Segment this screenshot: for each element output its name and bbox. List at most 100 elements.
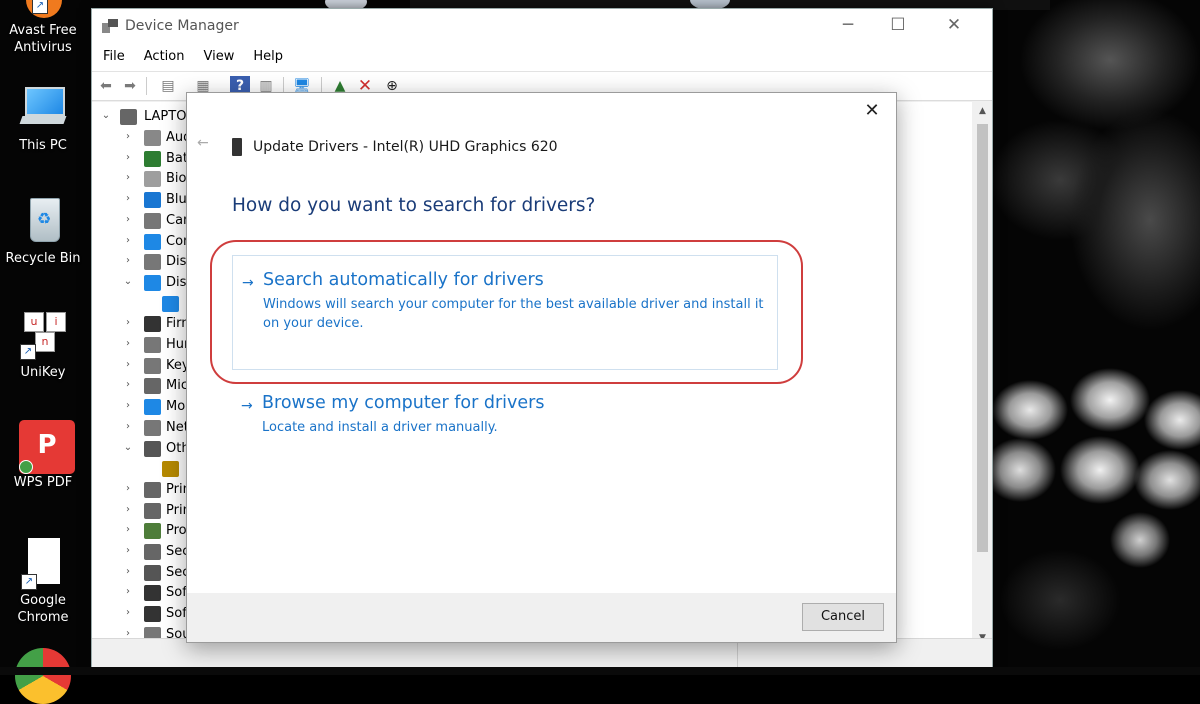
title-bar[interactable]: Device Manager ─ ☐ ✕ bbox=[92, 9, 992, 45]
option-description: Windows will search your computer for th… bbox=[263, 297, 764, 331]
chevron-right-icon[interactable]: › bbox=[122, 359, 134, 370]
scroll-up-icon[interactable]: ▲ bbox=[974, 106, 991, 116]
avast-icon: ↗ bbox=[18, 0, 68, 38]
minimize-button[interactable]: ─ bbox=[824, 9, 872, 41]
desktop-icon-label: WPS PDF bbox=[13, 475, 73, 490]
chevron-right-icon[interactable]: › bbox=[122, 545, 134, 556]
option-title: Browse my computer for drivers bbox=[262, 393, 545, 413]
chevron-down-icon[interactable]: ⌄ bbox=[100, 110, 112, 121]
menu-bar: File Action View Help bbox=[92, 45, 992, 71]
update-drivers-dialog: ✕ ← Update Drivers - Intel(R) UHD Graphi… bbox=[186, 92, 897, 643]
chevron-right-icon[interactable]: › bbox=[122, 152, 134, 163]
device-category-icon bbox=[144, 523, 161, 540]
chevron-right-icon[interactable]: › bbox=[122, 338, 134, 349]
dialog-title: Update Drivers - Intel(R) UHD Graphics 6… bbox=[253, 139, 558, 155]
back-icon[interactable]: ⬅ bbox=[96, 76, 116, 96]
device-category-icon bbox=[144, 502, 161, 519]
show-hide-console-tree-icon[interactable]: ▤ bbox=[158, 76, 178, 96]
desktop-icon-label: This PC bbox=[19, 138, 67, 153]
arrow-right-icon: → bbox=[242, 275, 254, 291]
chevron-right-icon[interactable]: › bbox=[122, 235, 134, 246]
menu-view[interactable]: View bbox=[192, 45, 242, 64]
desktop-icon-label: Google Chrome bbox=[17, 593, 69, 625]
desktop-icon-this-pc[interactable]: This PC bbox=[0, 83, 86, 154]
chevron-right-icon[interactable]: › bbox=[122, 317, 134, 328]
browse-computer-option[interactable]: → Browse my computer for drivers Locate … bbox=[232, 393, 776, 443]
search-automatically-option[interactable]: → Search automatically for drivers Windo… bbox=[232, 255, 778, 370]
cancel-button[interactable]: Cancel bbox=[802, 603, 884, 631]
toolbar-separator bbox=[146, 77, 147, 95]
device-category-icon bbox=[144, 233, 161, 250]
device-category-icon bbox=[144, 130, 161, 146]
scrollbar-thumb[interactable] bbox=[977, 124, 988, 552]
shortcut-arrow-icon: ↗ bbox=[20, 344, 36, 360]
dialog-close-button[interactable]: ✕ bbox=[860, 99, 884, 123]
chevron-right-icon[interactable]: › bbox=[122, 131, 134, 142]
maximize-button[interactable]: ☐ bbox=[874, 9, 922, 41]
menu-action[interactable]: Action bbox=[133, 45, 193, 64]
chevron-down-icon[interactable]: ⌄ bbox=[122, 442, 134, 453]
device-category-icon bbox=[144, 606, 161, 623]
chevron-right-icon[interactable]: › bbox=[122, 172, 134, 183]
desktop-icon-wps-pdf[interactable]: P WPS PDF bbox=[0, 420, 86, 491]
chevron-right-icon[interactable]: › bbox=[122, 586, 134, 597]
chevron-right-icon[interactable]: › bbox=[122, 504, 134, 515]
shortcut-arrow-icon: ↗ bbox=[32, 0, 48, 14]
display-adapter-icon bbox=[232, 138, 242, 156]
close-button[interactable]: ✕ bbox=[930, 9, 978, 41]
option-title: Search automatically for drivers bbox=[263, 270, 544, 290]
chevron-down-icon[interactable]: ⌄ bbox=[122, 276, 134, 287]
computer-icon bbox=[120, 109, 137, 125]
device-category-icon bbox=[144, 357, 161, 374]
desktop-icon-label: Recycle Bin bbox=[5, 251, 81, 266]
chevron-right-icon[interactable]: › bbox=[122, 524, 134, 535]
option-description: Locate and install a driver manually. bbox=[262, 420, 498, 435]
vertical-scrollbar[interactable]: ▲ ▼ bbox=[974, 102, 991, 647]
chrome-icon[interactable] bbox=[15, 648, 71, 704]
chevron-right-icon[interactable]: › bbox=[122, 255, 134, 266]
chevron-right-icon[interactable]: › bbox=[122, 566, 134, 577]
arrow-right-icon: → bbox=[241, 398, 253, 414]
chevron-right-icon[interactable]: › bbox=[122, 607, 134, 618]
device-category-icon bbox=[144, 378, 161, 395]
menu-help[interactable]: Help bbox=[242, 45, 291, 64]
desktop-icon-label: UniKey bbox=[20, 365, 66, 380]
desktop-icon-avast[interactable]: ↗ Avast Free Antivirus bbox=[0, 0, 86, 56]
wps-pdf-icon: P bbox=[18, 420, 75, 474]
dialog-footer: Cancel bbox=[187, 593, 896, 642]
device-category-icon bbox=[144, 440, 161, 457]
device-category-icon bbox=[144, 274, 161, 291]
device-category-icon bbox=[144, 481, 161, 498]
menu-file[interactable]: File bbox=[92, 45, 133, 64]
device-category-icon bbox=[144, 171, 161, 188]
tree-item-label: Mo bbox=[166, 399, 186, 415]
device-category-icon bbox=[144, 150, 161, 167]
file-icon: ↗ bbox=[18, 538, 68, 590]
desktop-icon-unikey[interactable]: u i n ↗ UniKey bbox=[0, 310, 86, 381]
recycle-bin-icon: ♻ bbox=[18, 196, 68, 246]
forward-icon[interactable]: ➡ bbox=[120, 76, 140, 96]
chevron-right-icon[interactable]: › bbox=[122, 421, 134, 432]
chevron-right-icon[interactable]: › bbox=[122, 483, 134, 494]
device-category-icon bbox=[144, 337, 161, 353]
device-category-icon bbox=[144, 585, 161, 602]
device-category-icon bbox=[144, 399, 161, 416]
chevron-right-icon[interactable]: › bbox=[122, 214, 134, 225]
taskbar-edge bbox=[0, 667, 1200, 675]
chevron-right-icon[interactable]: › bbox=[122, 400, 134, 411]
desktop-icon-google-chrome[interactable]: ↗ Google Chrome bbox=[0, 538, 86, 626]
window-title: Device Manager bbox=[125, 18, 239, 34]
computer-icon bbox=[18, 83, 68, 133]
device-category-icon bbox=[162, 295, 179, 312]
device-category-icon bbox=[144, 192, 161, 209]
chevron-right-icon[interactable]: › bbox=[122, 193, 134, 204]
chevron-right-icon[interactable]: › bbox=[122, 379, 134, 390]
shortcut-arrow-icon: ↗ bbox=[21, 574, 37, 590]
desktop-icon-recycle-bin[interactable]: ♻ Recycle Bin bbox=[0, 196, 86, 267]
device-manager-app-icon bbox=[102, 19, 118, 33]
status-divider bbox=[737, 639, 738, 667]
tree-item-label: Mic bbox=[166, 378, 188, 394]
device-category-icon bbox=[144, 254, 161, 271]
back-arrow-icon[interactable]: ← bbox=[197, 135, 209, 151]
dialog-question: How do you want to search for drivers? bbox=[232, 195, 596, 216]
